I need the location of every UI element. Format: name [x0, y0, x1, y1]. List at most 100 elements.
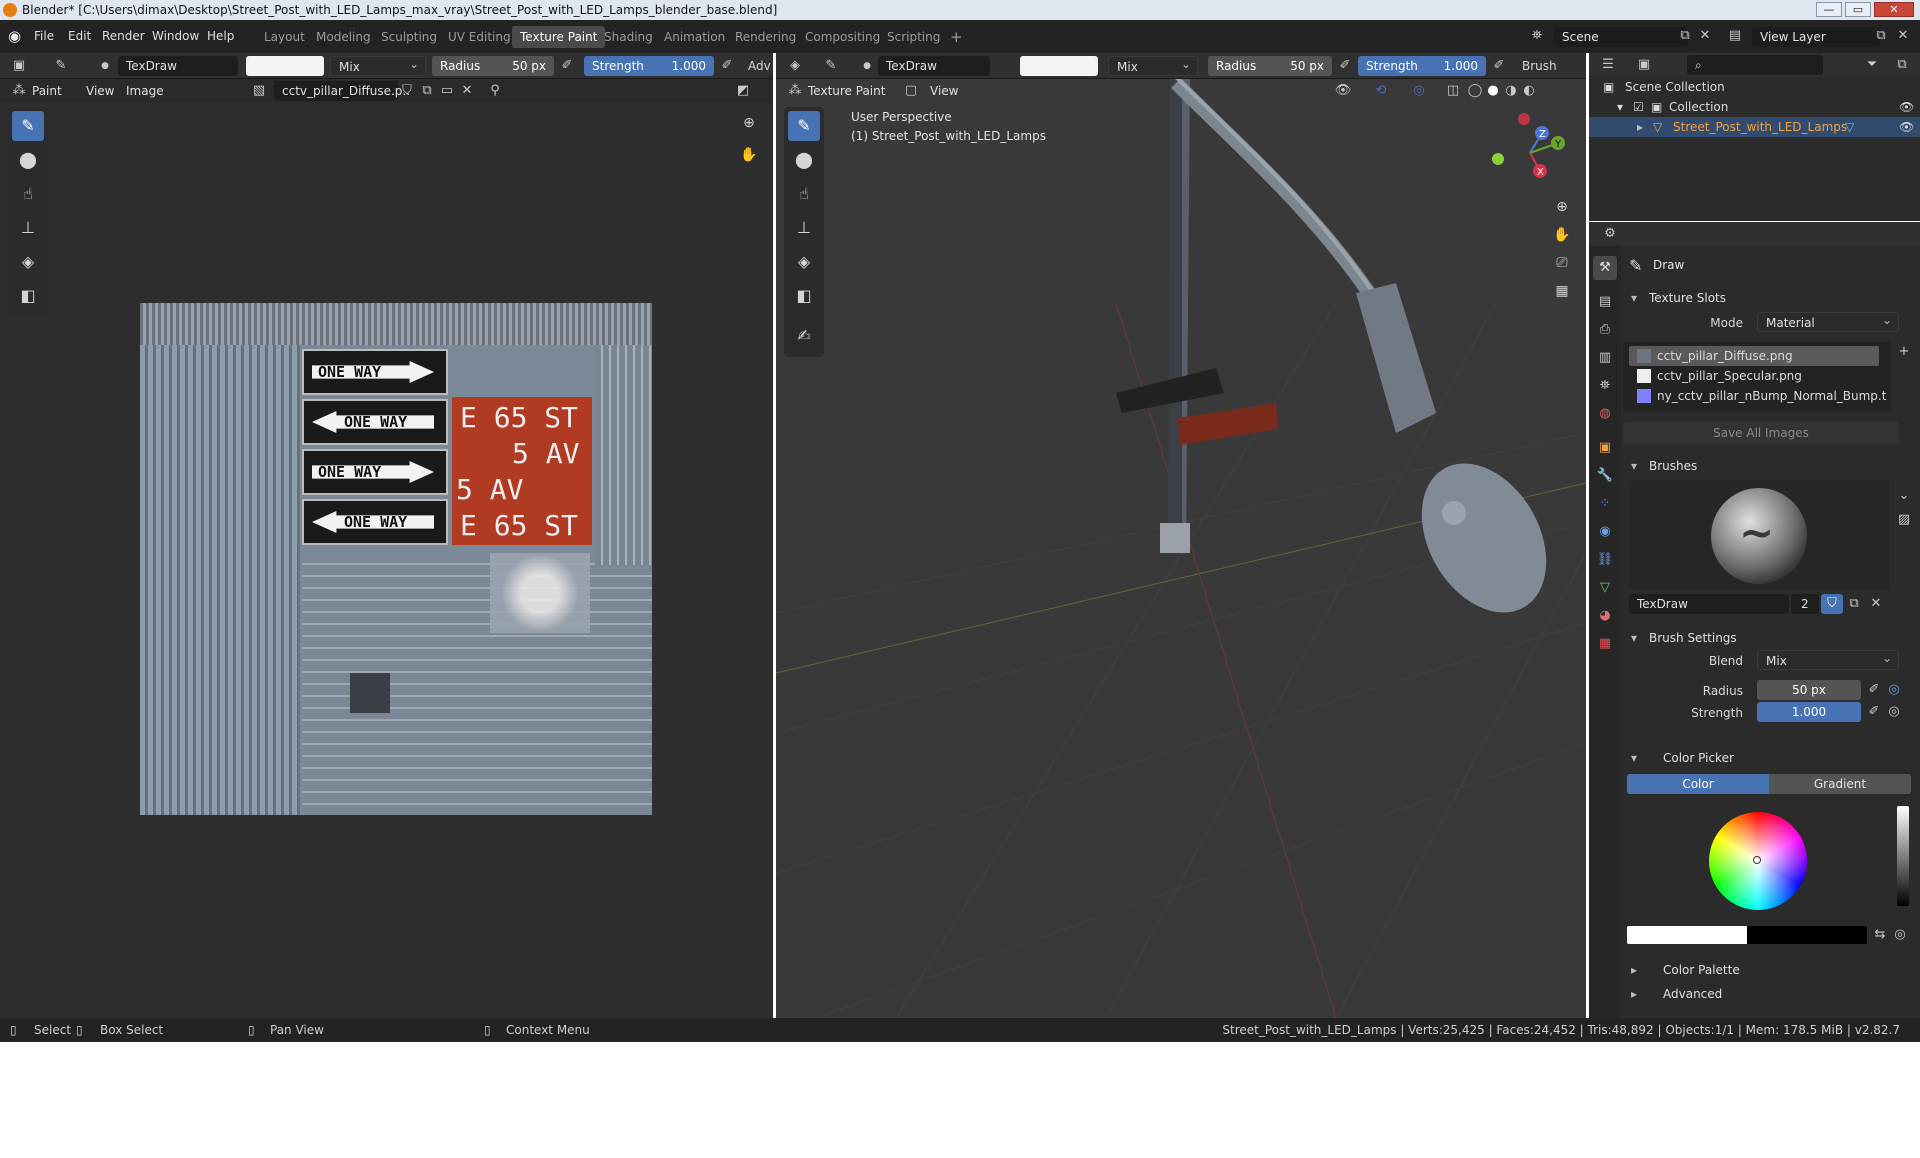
tab-layout[interactable]: Layout [256, 26, 313, 48]
viewport-mask-tool-icon[interactable]: ◧ [788, 281, 820, 311]
collection-checkbox-icon[interactable]: ☑ [1633, 97, 1644, 117]
brush-strength-unit-icon[interactable]: ◎ [1883, 702, 1905, 722]
swap-colors-icon[interactable]: ⇆ [1869, 925, 1891, 945]
blend-mode-select[interactable]: Mix [330, 54, 426, 76]
brush-radius-unit-icon[interactable]: ◎ [1883, 680, 1905, 700]
blender-menu-icon[interactable]: ◉ [8, 20, 21, 53]
world-tab-icon[interactable]: ◍ [1593, 402, 1617, 426]
navigation-gizmo[interactable]: Z Y X [1490, 113, 1570, 193]
viewport-clone-tool-icon[interactable]: ⊥ [788, 213, 820, 243]
menu-view[interactable]: View [86, 81, 114, 101]
color-picker-header[interactable]: Color Picker [1623, 746, 1920, 770]
close-button[interactable]: ✕ [1874, 2, 1914, 17]
viewport-draw-tool-icon[interactable]: ✎ [788, 111, 820, 141]
modifiers-tab-icon[interactable]: 🔧 [1593, 464, 1617, 488]
outliner-editor-type-icon[interactable]: ☰ [1597, 55, 1619, 75]
brush-name-field[interactable]: TexDraw [118, 56, 238, 76]
menu-file[interactable]: File [34, 20, 54, 53]
unlink-image-icon[interactable]: ✕ [456, 81, 478, 101]
advanced-menu[interactable]: Adv [748, 56, 771, 76]
brush-strength-pressure-icon[interactable]: ✐ [1863, 702, 1885, 722]
particles-tab-icon[interactable]: ⁘ [1593, 492, 1617, 516]
display-mode-icon[interactable]: ▣ [1633, 55, 1655, 75]
display-channels-icon[interactable]: ◩ [732, 81, 754, 101]
overlays-icon[interactable]: ◎ [1408, 81, 1430, 101]
fake-user-icon[interactable]: ⛉ [396, 81, 418, 101]
render-tab-icon[interactable]: ▤ [1593, 290, 1617, 314]
viewport-blend-select[interactable]: Mix [1108, 54, 1198, 76]
scene-name-field[interactable]: Scene [1554, 27, 1688, 47]
viewport-zoom-icon[interactable]: ⊕ [1550, 195, 1574, 219]
physics-tab-icon[interactable]: ◉ [1593, 520, 1617, 544]
texture-slots-header[interactable]: Texture Slots [1623, 286, 1920, 310]
collection-visibility-icon[interactable]: 👁 [1899, 97, 1914, 117]
brush-radius-slider[interactable]: 50 px [1757, 680, 1861, 700]
pin-icon[interactable]: ⚲ [484, 81, 506, 101]
new-scene-icon[interactable]: ⧉ [1674, 26, 1696, 46]
view-layer-field[interactable]: View Layer [1752, 27, 1880, 47]
unlink-brush-icon[interactable]: ✕ [1865, 594, 1887, 614]
outliner-collection[interactable]: ▾ ☑ ▣ Collection 👁 [1589, 97, 1920, 117]
filter-icon[interactable]: ⏷ [1861, 55, 1883, 75]
texture-slot-item[interactable]: cctv_pillar_Diffuse.png [1629, 346, 1879, 366]
viewport-strength-pressure-icon[interactable]: ✐ [1488, 56, 1510, 76]
tab-shading[interactable]: Shading [596, 26, 661, 48]
brush-icon[interactable]: ✎ [50, 56, 72, 76]
menu-window[interactable]: Window [152, 20, 199, 53]
viewport-brush-preview-icon[interactable]: ● [856, 56, 878, 76]
brush-image-icon[interactable]: ▨ [1893, 510, 1915, 530]
texture-tab-icon[interactable]: ▦ [1593, 632, 1617, 656]
properties-editor-type-icon[interactable]: ⚙ [1599, 224, 1621, 244]
radius-pressure-icon[interactable]: ✐ [556, 56, 578, 76]
primary-secondary-color-swatches[interactable] [1627, 926, 1867, 944]
tab-animation[interactable]: Animation [656, 26, 733, 48]
tab-rendering[interactable]: Rendering [727, 26, 804, 48]
paint-mode-select[interactable]: Paint [32, 81, 62, 101]
color-wheel-cursor[interactable] [1753, 856, 1761, 864]
orthographic-toggle-icon[interactable]: ▦ [1550, 279, 1574, 303]
fake-user-shield-icon[interactable]: ⛉ [1821, 594, 1843, 614]
menu-help[interactable]: Help [207, 20, 234, 53]
menu-image[interactable]: Image [126, 81, 164, 101]
fill-tool-icon[interactable]: ◈ [12, 247, 44, 277]
strength-slider[interactable]: Strength 1.000 [584, 56, 714, 76]
menu-edit[interactable]: Edit [68, 20, 91, 53]
tool-tab-icon[interactable]: ⚒ [1593, 256, 1617, 280]
menu-render[interactable]: Render [102, 20, 145, 53]
brush-preview-size-icon[interactable]: ⌄ [1893, 486, 1915, 506]
gradient-mode-tab[interactable]: Gradient [1769, 774, 1911, 794]
xray-icon[interactable]: ◫ [1442, 81, 1464, 101]
viewport-brush-name-field[interactable]: TexDraw [878, 56, 990, 76]
view-layer-tab-icon[interactable]: ▥ [1593, 346, 1617, 370]
smear-tool-icon[interactable]: ☝ [12, 179, 44, 209]
maximize-button[interactable]: ▭ [1845, 2, 1871, 17]
texture-slot-item[interactable]: ny_cctv_pillar_nBump_Normal_Bump.tga [1629, 386, 1887, 406]
delete-scene-icon[interactable]: ✕ [1694, 26, 1716, 46]
add-texture-slot-icon[interactable]: + [1893, 342, 1915, 362]
outliner-search-input[interactable]: ⌕ [1687, 55, 1823, 75]
draw-tool-icon[interactable]: ✎ [12, 111, 44, 141]
constraints-tab-icon[interactable]: ⛓ [1593, 548, 1617, 572]
clone-tool-icon[interactable]: ⊥ [12, 213, 44, 243]
tab-uv-editing[interactable]: UV Editing [440, 26, 519, 48]
outliner-object-row[interactable]: ▸ ▽ Street_Post_with_LED_Lamps ▽ 👁 [1589, 117, 1920, 137]
color-palette-header[interactable]: Color Palette [1623, 958, 1920, 982]
brush-preview-icon[interactable]: ● [94, 56, 116, 76]
expand-collection-icon[interactable]: ▾ [1617, 97, 1623, 117]
scene-tab-icon[interactable]: ⛯ [1593, 374, 1617, 398]
save-all-images-button[interactable]: Save All Images [1623, 422, 1899, 444]
tab-compositing[interactable]: Compositing [797, 26, 888, 48]
rendered-shading-icon[interactable]: ◐ [1518, 81, 1540, 101]
view-layer-browse-icon[interactable]: ▤ [1724, 26, 1746, 46]
brush-preview-area[interactable]: ~ [1629, 480, 1889, 590]
color-mode-tab[interactable]: Color [1627, 774, 1769, 794]
tab-modeling[interactable]: Modeling [308, 26, 379, 48]
mask-toggle-icon[interactable]: ▢ [900, 81, 922, 101]
3d-viewport[interactable]: ◈ ✎ ● TexDraw Mix Radius 50 px ✐ Strengt… [776, 53, 1586, 1018]
zoom-icon[interactable]: ⊕ [737, 111, 761, 135]
pan-hand-icon[interactable]: ✋ [737, 143, 761, 167]
viewport-brush-color-swatch[interactable] [1020, 56, 1098, 76]
tab-sculpting[interactable]: Sculpting [373, 26, 445, 48]
brush-radius-pressure-icon[interactable]: ✐ [1863, 680, 1885, 700]
tab-scripting[interactable]: Scripting [879, 26, 948, 48]
